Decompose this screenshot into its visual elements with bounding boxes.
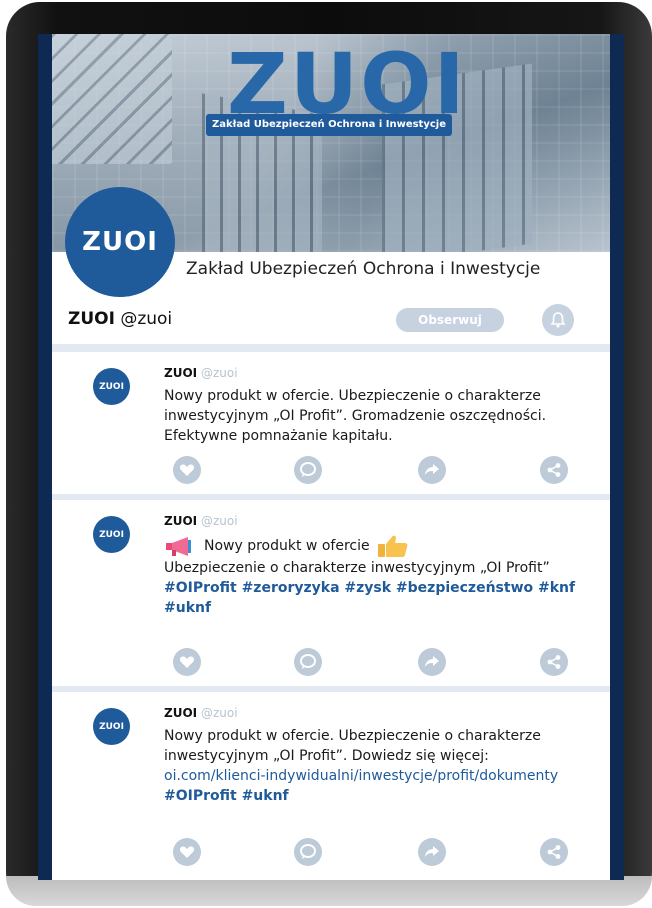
comment-button[interactable] xyxy=(294,456,322,484)
share-network-icon xyxy=(547,845,561,859)
repost-button[interactable] xyxy=(418,838,446,866)
share-arrow-icon xyxy=(425,846,439,857)
megaphone-icon xyxy=(166,537,191,556)
post-card: ZUOI ZUOI @zuoi Nowy produkt w ofercie U… xyxy=(52,500,610,686)
post-text: Nowy produkt w ofercie. Ubezpieczenie o … xyxy=(164,388,547,444)
post-handle[interactable]: @zuoi xyxy=(201,366,238,380)
repost-button[interactable] xyxy=(418,456,446,484)
post-author[interactable]: ZUOI xyxy=(164,706,197,720)
comment-button[interactable] xyxy=(294,648,322,676)
post-avatar[interactable]: ZUOI xyxy=(93,516,130,553)
thumbs-up-icon xyxy=(377,535,407,557)
device-screen: ZUOI Zakład Ubezpieczeń Ochrona i Inwest… xyxy=(38,34,624,880)
company-name: Zakład Ubezpieczeń Ochrona i Inwestycje xyxy=(186,259,541,279)
profile-identity: ZUOI @zuoi xyxy=(68,309,172,329)
post-text: Nowy produkt w ofercie. Ubezpieczenie o … xyxy=(164,728,541,764)
post-hashtags[interactable]: #OIProfit #uknf xyxy=(164,786,604,806)
post-hashtags[interactable]: #OIProfit #zeroryzyka #zysk #bezpieczeńs… xyxy=(164,578,604,618)
post-handle[interactable]: @zuoi xyxy=(201,706,238,720)
notifications-button[interactable] xyxy=(542,304,574,336)
comment-icon xyxy=(300,462,316,477)
share-network-icon xyxy=(547,463,561,477)
post-author[interactable]: ZUOI xyxy=(164,366,197,380)
repost-button[interactable] xyxy=(418,648,446,676)
social-profile-app: ZUOI Zakład Ubezpieczeń Ochrona i Inwest… xyxy=(52,34,610,880)
comment-button[interactable] xyxy=(294,838,322,866)
share-button[interactable] xyxy=(540,648,568,676)
comment-icon xyxy=(300,844,316,859)
profile-handle: @zuoi xyxy=(120,309,173,329)
post-text: Ubezpieczenie o charakterze inwestycyjny… xyxy=(164,560,550,576)
post-body: Nowy produkt w ofercie Ubezpieczenie o c… xyxy=(164,534,604,618)
post-card: ZUOI ZUOI @zuoi Nowy produkt w ofercie. … xyxy=(52,692,610,880)
follow-button[interactable]: Obserwuj xyxy=(396,308,504,332)
share-network-icon xyxy=(547,655,561,669)
post-headline-row: Nowy produkt w ofercie xyxy=(164,534,604,558)
tablet-bottom-edge xyxy=(6,876,652,906)
like-button[interactable] xyxy=(173,838,201,866)
brand-subtitle: Zakład Ubezpieczeń Ochrona i Inwestycje xyxy=(206,114,452,136)
post-card: ZUOI ZUOI @zuoi Nowy produkt w ofercie. … xyxy=(52,352,610,494)
share-button[interactable] xyxy=(540,456,568,484)
post-link[interactable]: oi.com/klienci-indywidualni/inwestycje/p… xyxy=(164,766,604,786)
post-meta: ZUOI @zuoi xyxy=(164,366,238,380)
comment-icon xyxy=(300,654,316,669)
post-avatar[interactable]: ZUOI xyxy=(93,708,130,745)
post-actions xyxy=(52,648,610,682)
post-avatar[interactable]: ZUOI xyxy=(93,368,130,405)
share-arrow-icon xyxy=(425,464,439,475)
heart-icon xyxy=(179,846,195,858)
heart-icon xyxy=(179,656,195,668)
post-author[interactable]: ZUOI xyxy=(164,514,197,528)
like-button[interactable] xyxy=(173,456,201,484)
like-button[interactable] xyxy=(173,648,201,676)
post-meta: ZUOI @zuoi xyxy=(164,706,238,720)
post-meta: ZUOI @zuoi xyxy=(164,514,238,528)
post-actions xyxy=(52,456,610,490)
profile-avatar[interactable]: ZUOI xyxy=(65,187,175,297)
post-handle[interactable]: @zuoi xyxy=(201,514,238,528)
profile-name: ZUOI xyxy=(68,309,115,329)
post-headline: Nowy produkt w ofercie xyxy=(204,538,370,554)
share-button[interactable] xyxy=(540,838,568,866)
post-body: Nowy produkt w ofercie. Ubezpieczenie o … xyxy=(164,726,604,806)
cover-building-left xyxy=(52,34,172,164)
share-arrow-icon xyxy=(425,656,439,667)
post-actions xyxy=(52,838,610,872)
bell-icon xyxy=(550,312,566,328)
heart-icon xyxy=(179,464,195,476)
